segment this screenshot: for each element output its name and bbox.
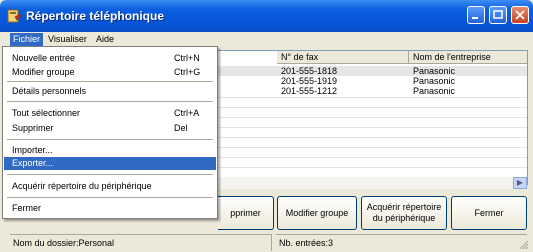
acquire-button-line2: du périphérique [372,213,436,223]
close-window-button[interactable] [511,6,529,24]
status-folder: Nom du dossier:Personal [10,234,272,251]
menu-item-label: Acquérir répertoire du périphérique [12,181,152,191]
maximize-icon [493,10,503,19]
minimize-button[interactable] [467,6,485,24]
menu-separator [7,197,213,198]
delete-button[interactable]: pprimer [218,196,274,230]
menu-item-label: Détails personnels [12,86,87,96]
menu-item-new-entry[interactable]: Nouvelle entrée Ctrl+N [4,52,216,65]
menu-item-label: Nouvelle entrée [12,53,76,63]
company-cell: Panasonic [413,76,456,86]
menu-item-label: Supprimer [12,123,54,133]
menu-visualiser[interactable]: Visualiser [45,33,90,46]
fax-cell: 201-555-1818 [281,66,338,76]
menu-bar: Fichier Visualiser Aide [0,32,533,46]
menu-fichier[interactable]: Fichier [10,33,44,46]
menu-separator [7,139,213,140]
modify-group-button[interactable]: Modifier groupe [277,196,357,230]
acquire-directory-button[interactable]: Acquérir répertoire du périphérique [361,196,447,230]
window-title: Répertoire téléphonique [26,9,165,23]
fax-cell: 201-555-1919 [281,76,338,86]
title-bar[interactable]: Répertoire téléphonique [0,0,533,32]
menu-item-import[interactable]: Importer... [4,144,216,157]
menu-item-modify-group[interactable]: Modifier groupe Ctrl+G [4,66,216,79]
menu-aide[interactable]: Aide [93,33,117,46]
menu-item-close[interactable]: Fermer [4,202,216,215]
menu-separator [7,81,213,82]
menu-item-shortcut: Ctrl+G [174,67,201,77]
close-icon [515,10,525,20]
chevron-right-icon: ▶ [516,178,524,187]
scroll-right-button[interactable]: ▶ [513,177,527,189]
file-menu-dropdown: Nouvelle entrée Ctrl+N Modifier groupe C… [2,46,218,219]
menu-separator [7,101,213,102]
fax-cell: 201-555-1212 [281,86,338,96]
menu-item-export[interactable]: Exporter... [4,157,216,170]
menu-item-acquire-device[interactable]: Acquérir répertoire du périphérique [4,180,216,193]
minimize-icon [472,17,478,19]
company-cell: Panasonic [413,86,456,96]
phonebook-app-icon [7,9,22,23]
menu-item-select-all[interactable]: Tout sélectionner Ctrl+A [4,107,216,120]
menu-separator [7,174,213,175]
menu-item-personal-details[interactable]: Détails personnels [4,85,216,98]
maximize-button[interactable] [489,6,507,24]
menu-item-label: Modifier groupe [12,67,75,77]
column-header-fax[interactable]: N° de fax [277,51,409,64]
resize-grip-icon[interactable] [519,240,529,250]
menu-item-label: Exporter... [12,158,54,168]
status-entry-count: Nb. entrées:3 [276,234,527,251]
company-cell: Panasonic [413,66,456,76]
column-header-company[interactable]: Nom de l'entreprise [409,51,527,64]
menu-item-delete[interactable]: Supprimer Del [4,122,216,135]
acquire-button-line1: Acquérir répertoire [366,202,442,212]
phonebook-window: Répertoire téléphonique Fichier Visualis… [0,0,533,252]
menu-item-shortcut: Ctrl+N [174,53,200,63]
menu-item-label: Importer... [12,145,53,155]
menu-item-shortcut: Del [174,123,188,133]
menu-item-label: Fermer [12,203,41,213]
menu-item-shortcut: Ctrl+A [174,108,200,118]
close-button[interactable]: Fermer [451,196,527,230]
menu-item-label: Tout sélectionner [12,108,81,118]
